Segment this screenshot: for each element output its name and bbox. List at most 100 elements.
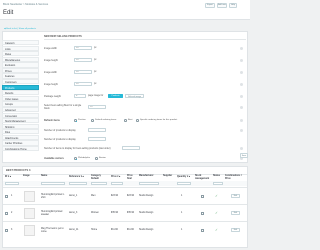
table-divider	[3, 173, 247, 174]
column-header-id[interactable]: ID ▾ ▴	[5, 175, 11, 178]
help-icon[interactable]	[240, 128, 243, 132]
products-table-panel: BEST PRODUCTS 3 ID ▾ ▴ Image Name Refere…	[2, 166, 248, 248]
image-height-input[interactable]: 10	[74, 58, 92, 63]
image-width-input[interactable]: 10	[74, 70, 92, 75]
column-header-category[interactable]: Category Default	[91, 175, 105, 180]
column-header-manufacturer[interactable]: Manufacturer	[139, 175, 154, 177]
cell-price-final: €11.90	[127, 229, 134, 231]
sidebar-item[interactable]: Carrier Priorities	[2, 140, 39, 146]
period-input[interactable]	[122, 146, 140, 151]
sidebar-item[interactable]: Shipping	[2, 123, 39, 129]
add-new-button[interactable]: Add new	[217, 3, 227, 8]
sidebar-item[interactable]: Reports	[2, 90, 39, 96]
radio-carrier-boston[interactable]	[95, 157, 98, 160]
product-thumbnail	[24, 191, 35, 202]
field-label: Image width	[44, 47, 57, 50]
stock-checkbox[interactable]	[201, 195, 204, 198]
sidebar-item[interactable]: Order pages	[2, 95, 39, 101]
radio-label: Positive	[78, 119, 86, 121]
table-row[interactable]: 3 Mug The best is yet to come demo_11 Ho…	[3, 221, 247, 238]
filter-quantity-input[interactable]	[177, 181, 191, 186]
package-weight-input[interactable]: 0	[74, 94, 86, 99]
save-button[interactable]: Save	[240, 153, 248, 158]
row-checkbox[interactable]	[5, 229, 8, 232]
sidebar-item[interactable]: Advanced	[2, 106, 39, 113]
edit-row-button[interactable]: Edit	[231, 228, 240, 233]
show-sort-input[interactable]: 10	[88, 105, 106, 110]
help-icon[interactable]	[240, 119, 243, 122]
radio-default-ordering[interactable]	[91, 119, 94, 122]
products-count-input[interactable]	[88, 128, 106, 133]
sidebar-item[interactable]: Combinations Home	[2, 145, 39, 152]
status-check-icon[interactable]: ✓	[215, 194, 218, 198]
help-icon[interactable]	[240, 94, 243, 98]
sidebar-item[interactable]: Stock Management	[2, 118, 39, 124]
column-header-combinations[interactable]: Combinations / Price	[225, 175, 247, 180]
cell-name: Hummingbird printed sweater	[41, 211, 63, 216]
sidebar-item[interactable]: Rules	[2, 51, 39, 57]
filter-status-input[interactable]	[213, 181, 223, 186]
sidebar-item[interactable]: Features	[2, 73, 39, 79]
row-checkbox[interactable]	[5, 212, 8, 215]
stock-checkbox[interactable]	[201, 229, 204, 232]
export-button[interactable]: Export	[205, 3, 215, 8]
column-header-status[interactable]: Status	[213, 175, 220, 177]
filter-price-input[interactable]	[111, 181, 123, 186]
help-button[interactable]: Help	[229, 3, 237, 8]
sidebar-item[interactable]: Customers	[2, 79, 39, 85]
cell-quantity: 1	[181, 212, 183, 214]
sidebar-item[interactable]: Miscellaneous	[2, 56, 39, 62]
breadcrumb[interactable]: Block Newsletter > Modules & Services	[3, 3, 48, 6]
column-header-price[interactable]: Price ▾ ▴	[111, 175, 120, 178]
sidebar-item[interactable]: Category	[2, 40, 39, 46]
display-count-input[interactable]	[88, 137, 106, 142]
sidebar-item-active[interactable]: Products	[2, 84, 39, 90]
stock-checkbox[interactable]	[201, 212, 204, 215]
image-height-input[interactable]: 10	[74, 82, 92, 87]
column-header-supplier[interactable]: Supplier	[163, 175, 172, 177]
radio-specific-ordering[interactable]	[136, 119, 139, 122]
status-check-icon[interactable]: ✓	[215, 211, 218, 215]
row-checkbox[interactable]	[5, 195, 8, 198]
help-icon[interactable]	[240, 58, 243, 62]
table-row[interactable]: 1 Hummingbird printed t-shirt demo_1 Men…	[3, 187, 247, 204]
sidebar-item[interactable]: Links	[2, 45, 39, 51]
sidebar-item[interactable]: Groups	[2, 101, 39, 107]
column-header-price-final[interactable]: Price final	[127, 175, 137, 180]
products-button[interactable]: Products	[108, 94, 123, 99]
filter-manufacturer-input[interactable]	[139, 181, 159, 186]
image-width-input[interactable]: 10	[74, 46, 92, 51]
edit-row-button[interactable]: Edit	[231, 211, 240, 216]
form-divider	[44, 39, 246, 40]
sidebar-item[interactable]: Conversion	[2, 112, 39, 118]
refresh-image-button[interactable]: Refresh image	[125, 94, 144, 99]
help-icon[interactable]	[240, 46, 243, 50]
filter-reference-input[interactable]	[69, 181, 87, 186]
sidebar-item[interactable]: Exclusion	[2, 62, 39, 68]
status-check-icon[interactable]: ✓	[215, 228, 218, 232]
help-icon[interactable]	[240, 70, 243, 74]
radio-best[interactable]	[124, 119, 127, 122]
column-header-reference[interactable]: Reference ▾ ▴	[69, 175, 84, 178]
unit-label: px	[94, 59, 97, 61]
filter-category-input[interactable]	[91, 181, 107, 186]
help-icon[interactable]	[240, 105, 243, 109]
sidebar-item[interactable]: Attachments	[2, 134, 39, 141]
edit-row-button[interactable]: Edit	[231, 194, 240, 199]
column-header-quantity[interactable]: Quantity ▾ ▴	[177, 175, 190, 178]
sidebar-item[interactable]: Prices	[2, 67, 39, 74]
back-to-list-link[interactable]: ◀ Back to list | Show all products	[4, 27, 36, 30]
sidebar-item[interactable]: Files	[2, 129, 39, 135]
cell-category: Home	[91, 229, 98, 231]
filter-name-input[interactable]	[41, 181, 65, 186]
filter-id-input[interactable]	[5, 181, 19, 186]
help-icon[interactable]	[240, 146, 243, 150]
column-header-name[interactable]: Name	[41, 175, 47, 177]
radio-positive[interactable]	[74, 119, 77, 122]
form-title: NEW BEST-SELLING PRODUCTS	[44, 35, 82, 38]
column-header-stock[interactable]: Stock management	[195, 175, 211, 180]
help-icon[interactable]	[240, 82, 243, 86]
table-row[interactable]: 2 Hummingbird printed sweater demo_3 Wom…	[3, 204, 247, 221]
cell-manufacturer: Studio Design	[139, 195, 154, 197]
radio-carrier-philadelphia[interactable]	[74, 157, 77, 160]
